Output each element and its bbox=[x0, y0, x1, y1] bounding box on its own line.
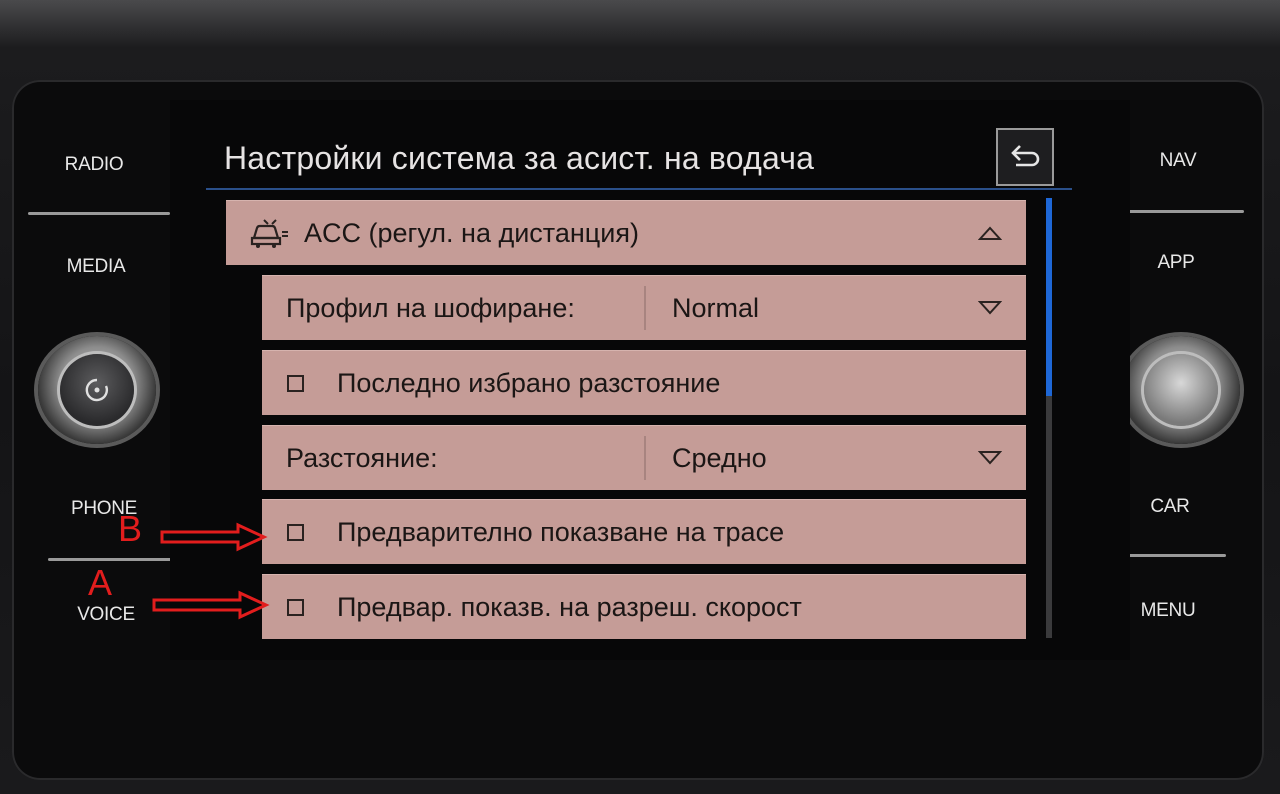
speed-limit-preview-checkbox-row[interactable]: Предвар. показв. на разреш. скорост bbox=[262, 574, 1026, 639]
acc-car-icon bbox=[248, 216, 290, 250]
last-distance-checkbox-row[interactable]: Последно избрано разстояние bbox=[262, 350, 1026, 415]
route-preview-checkbox-row[interactable]: Предварително показване на трасе bbox=[262, 499, 1026, 564]
driving-profile-value: Normal bbox=[672, 292, 760, 323]
volume-knob[interactable] bbox=[38, 336, 156, 444]
route-preview-label: Предварително показване на трасе bbox=[337, 516, 785, 547]
dropdown-divider bbox=[644, 436, 646, 480]
annotation-arrow-b bbox=[160, 522, 268, 552]
voice-button[interactable]: VOICE bbox=[46, 604, 166, 626]
acc-section-header[interactable]: ACC (регул. на дистанция) bbox=[226, 200, 1026, 265]
dropdown-divider bbox=[644, 286, 646, 330]
title-underline bbox=[206, 188, 1072, 190]
phone-button[interactable]: PHONE bbox=[44, 498, 164, 520]
phone-voice-divider bbox=[48, 558, 172, 561]
annotation-arrow-a bbox=[152, 590, 270, 620]
tune-knob-cap bbox=[1144, 354, 1218, 426]
speed-limit-preview-label: Предвар. показв. на разреш. скорост bbox=[337, 591, 802, 622]
distance-label: Разстояние: bbox=[286, 442, 438, 473]
page-title: Настройки система за асист. на водача bbox=[224, 140, 815, 176]
distance-value: Средно bbox=[672, 442, 767, 473]
chevron-down-icon bbox=[978, 450, 1002, 466]
media-button[interactable]: MEDIA bbox=[36, 256, 156, 278]
speed-limit-preview-checkbox[interactable] bbox=[287, 598, 304, 616]
scrollbar[interactable] bbox=[1046, 198, 1052, 638]
app-button[interactable]: APP bbox=[1116, 252, 1236, 274]
distance-dropdown[interactable]: Разстояние: Средно bbox=[262, 425, 1026, 490]
last-distance-checkbox[interactable] bbox=[287, 374, 304, 392]
driving-profile-dropdown[interactable]: Профил на шофиране: Normal bbox=[262, 275, 1026, 340]
route-preview-checkbox[interactable] bbox=[287, 523, 304, 541]
scrollbar-thumb[interactable] bbox=[1046, 198, 1052, 396]
chevron-down-icon bbox=[978, 300, 1002, 316]
radio-button[interactable]: RADIO bbox=[34, 154, 154, 176]
back-button[interactable] bbox=[996, 128, 1054, 186]
radio-media-divider bbox=[28, 212, 170, 215]
acc-section-label: ACC (регул. на дистанция) bbox=[304, 217, 639, 248]
driving-profile-label: Профил на шофиране: bbox=[286, 292, 575, 323]
infotainment-device: RADIO MEDIA PHONE VOICE NAV APP CAR MENU… bbox=[0, 0, 1280, 794]
tune-knob[interactable] bbox=[1122, 336, 1240, 444]
annotation-letter-a: A bbox=[88, 562, 113, 603]
last-distance-label: Последно избрано разстояние bbox=[337, 367, 721, 398]
chevron-up-icon bbox=[978, 225, 1002, 241]
power-icon bbox=[60, 354, 134, 426]
nav-button[interactable]: NAV bbox=[1118, 150, 1238, 172]
back-arrow-icon bbox=[1011, 145, 1040, 167]
annotation-letter-b: B bbox=[118, 508, 143, 549]
display-screen: Настройки система за асист. на водача AC… bbox=[170, 100, 1130, 660]
